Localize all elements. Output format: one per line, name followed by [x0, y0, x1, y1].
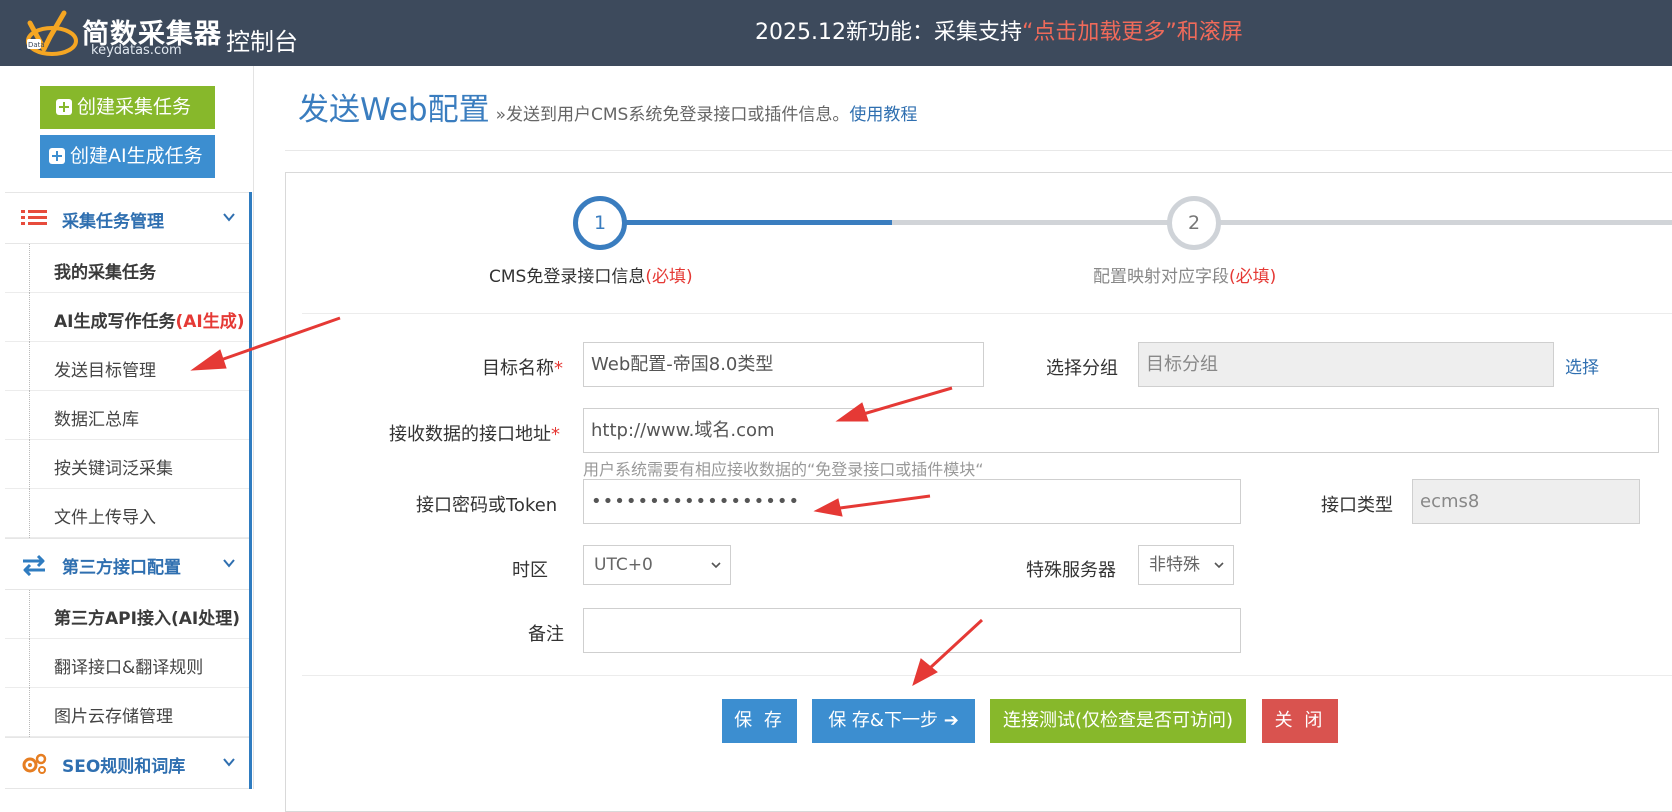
special-server-label: 特殊服务器: [1026, 560, 1116, 581]
page-title: 发送Web配置 »发送到用户CMS系统免登录接口或插件信息。使用教程: [298, 84, 917, 129]
logo[interactable]: Data 简数采集器 keydatas.com: [24, 7, 221, 61]
timezone-select[interactable]: UTC+0: [583, 545, 731, 585]
sidebar-item-my-tasks[interactable]: 我的采集任务: [5, 244, 249, 293]
chevron-down-icon: [223, 213, 235, 222]
chevron-down-icon: [711, 562, 721, 569]
target-name-label: 目标名称*: [482, 358, 563, 379]
chevron-down-icon: [223, 559, 235, 568]
sidebar-item-label: 我的采集任务: [54, 263, 156, 283]
save-next-button[interactable]: 保 存&下一步 ➔: [812, 699, 975, 743]
list-icon: [21, 210, 47, 225]
step-2-circle[interactable]: 2: [1167, 196, 1221, 250]
step-1-label: CMS免登录接口信息(必填): [489, 267, 693, 287]
api-url-input[interactable]: http://www.域名.com: [583, 408, 1659, 453]
sidebar-section-label: 第三方接口配置: [62, 558, 181, 578]
chevron-down-icon: [1214, 562, 1224, 569]
sidebar-item-label: 翻译接口&翻译规则: [54, 658, 204, 678]
sidebar-section-label: 采集任务管理: [62, 212, 164, 232]
group-pick-link[interactable]: 选择: [1565, 353, 1599, 378]
sidebar-item-ai-writing[interactable]: AI生成写作任务(AI生成): [5, 293, 249, 342]
arrow-right-icon: ➔: [943, 710, 959, 731]
sidebar-section-third-party[interactable]: 第三方接口配置: [5, 538, 249, 590]
ai-tag: (AI生成): [175, 312, 245, 332]
sidebar-item-translation[interactable]: 翻译接口&翻译规则: [5, 639, 249, 688]
special-server-select[interactable]: 非特殊: [1138, 545, 1234, 585]
page-subtitle: »发送到用户CMS系统免登录接口或插件信息。: [495, 105, 850, 125]
create-ai-task-button[interactable]: 创建AI生成任务: [40, 135, 215, 178]
announcement-prefix: 2025.12新功能：采集支持: [755, 20, 1022, 45]
save-button[interactable]: 保 存: [722, 699, 797, 743]
step-progress-done: [602, 220, 892, 225]
token-label: 接口密码或Token: [416, 495, 558, 516]
sidebar-divider: [253, 66, 254, 789]
page-title-text: 发送Web配置: [298, 92, 490, 128]
sidebar-item-label: 第三方API接入(AI处理): [54, 609, 240, 629]
sidebar-item-third-party-api[interactable]: 第三方API接入(AI处理): [5, 590, 249, 639]
sidebar-section-label: SEO规则和词库: [62, 757, 186, 777]
plus-square-icon: [49, 148, 65, 164]
connection-test-button[interactable]: 连接测试(仅检查是否可访问): [990, 699, 1246, 743]
sidebar: 创建采集任务 创建AI生成任务 采集任务管理 我的采集任务 AI生成写作任务(A…: [0, 66, 258, 789]
required-tag: (必填): [1229, 267, 1277, 287]
gears-icon: [22, 753, 47, 774]
note-label: 备注: [528, 624, 564, 645]
svg-text:Data: Data: [28, 41, 45, 49]
api-url-label: 接收数据的接口地址*: [389, 424, 560, 445]
announcement-highlight: “点击加载更多”和滚屏: [1021, 20, 1243, 45]
sidebar-item-keyword-collect[interactable]: 按关键词泛采集: [5, 440, 249, 489]
api-url-help: 用户系统需要有相应接收数据的“免登录接口或插件模块“: [583, 460, 984, 479]
sidebar-item-label: 发送目标管理: [54, 361, 156, 381]
tutorial-link[interactable]: 使用教程: [849, 105, 917, 125]
logo-domain: keydatas.com: [91, 43, 182, 58]
sidebar-item-image-storage[interactable]: 图片云存储管理: [5, 688, 249, 737]
sidebar-item-label: 按关键词泛采集: [54, 459, 173, 479]
sidebar-section-seo[interactable]: SEO规则和词库: [5, 737, 249, 789]
logo-mark-icon: Data: [26, 10, 78, 56]
chevron-down-icon: [223, 758, 235, 767]
create-ai-task-label: 创建AI生成任务: [70, 145, 203, 167]
announcement[interactable]: 2025.12新功能：采集支持“点击加载更多”和滚屏: [755, 14, 1243, 46]
sidebar-item-label: 数据汇总库: [54, 410, 139, 430]
footer-divider: [302, 675, 1672, 676]
timezone-label: 时区: [512, 560, 548, 581]
api-type-label: 接口类型: [1321, 495, 1393, 516]
group-label: 选择分组: [1046, 358, 1118, 379]
step-1-circle[interactable]: 1: [573, 196, 627, 250]
note-input[interactable]: [583, 608, 1241, 653]
console-title: 控制台: [226, 28, 298, 56]
form-divider: [302, 313, 1672, 314]
sidebar-item-label: AI生成写作任务(AI生成): [54, 312, 245, 332]
group-input[interactable]: 目标分组: [1138, 342, 1554, 387]
close-button[interactable]: 关 闭: [1262, 699, 1338, 743]
token-input[interactable]: ••••••••••••••••••: [583, 479, 1241, 524]
step-2-label: 配置映射对应字段(必填): [1093, 267, 1277, 287]
create-collect-task-label: 创建采集任务: [77, 96, 192, 118]
sidebar-item-send-targets[interactable]: 发送目标管理: [5, 342, 249, 391]
create-collect-task-button[interactable]: 创建采集任务: [40, 86, 215, 129]
sidebar-item-label: 文件上传导入: [54, 508, 156, 528]
sidebar-active-bar: [249, 192, 252, 789]
title-divider: [285, 150, 1672, 151]
sidebar-item-label: 图片云存储管理: [54, 707, 173, 727]
sidebar-section-collect-tasks[interactable]: 采集任务管理: [5, 192, 249, 244]
exchange-icon: [23, 554, 45, 576]
step-progress-pending: [892, 220, 1672, 225]
api-type-input[interactable]: ecms8: [1412, 479, 1640, 524]
required-tag: (必填): [645, 267, 693, 287]
top-bar: Data 简数采集器 keydatas.com 控制台 2025.12新功能：采…: [0, 0, 1672, 66]
plus-square-icon: [56, 99, 72, 115]
sidebar-item-file-upload[interactable]: 文件上传导入: [5, 489, 249, 538]
target-name-input[interactable]: Web配置-帝国8.0类型: [583, 342, 984, 387]
sidebar-item-data-library[interactable]: 数据汇总库: [5, 391, 249, 440]
